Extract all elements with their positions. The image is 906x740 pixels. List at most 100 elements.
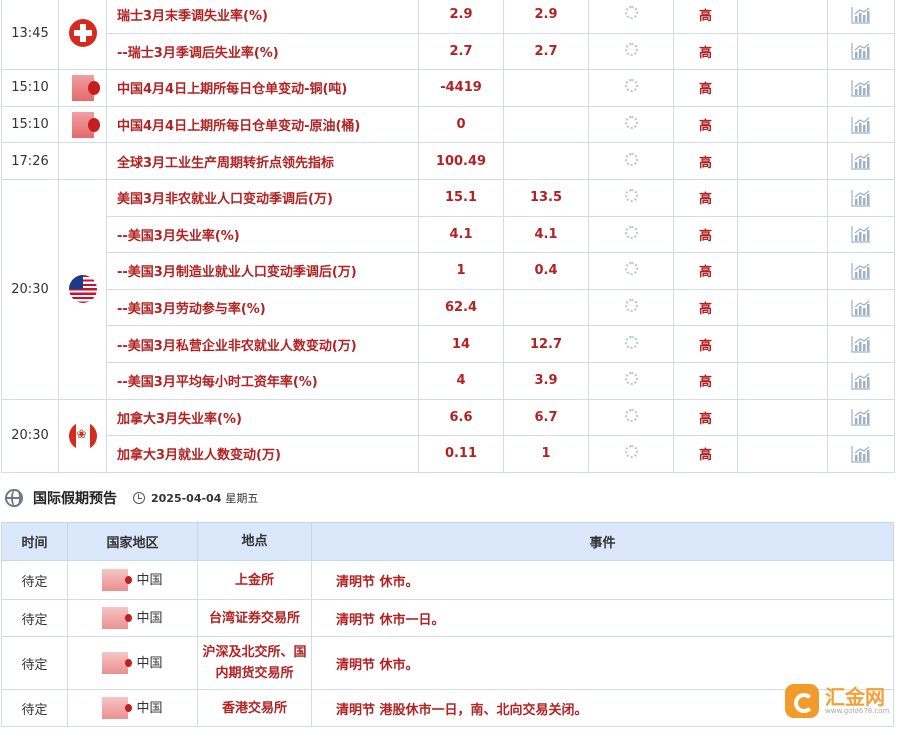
importance-level: 高: [673, 361, 738, 400]
loading-spinner-icon: [624, 42, 638, 56]
loading-spinner-icon: [624, 189, 638, 203]
holiday-event: 清明节 休市一日。: [311, 599, 894, 637]
loading-spinner-icon: [624, 116, 638, 130]
china-flag-icon: [102, 569, 133, 592]
loading-spinner-icon: [624, 335, 638, 349]
holiday-time: 待定: [1, 636, 68, 690]
importance-level: 高: [673, 435, 738, 473]
region-name: 中国: [136, 700, 163, 716]
blurred-flag-icon: [71, 111, 100, 138]
previous-value: 62.4: [418, 288, 504, 327]
bar-chart-icon[interactable]: [851, 152, 871, 170]
table-row: 13:45 瑞士3月末季调失业率(%) 2.9 2.9 高: [1, 0, 895, 71]
forecast-value: [503, 69, 589, 107]
china-flag-icon: [102, 652, 133, 675]
event-name[interactable]: 加拿大3月失业率(%): [106, 398, 419, 437]
holiday-event: 清明节 休市。: [311, 560, 894, 600]
event-time: 15:10: [1, 105, 59, 144]
loading-spinner-icon: [624, 225, 638, 239]
table-row: 20:30 美国3月非农就业人口变动季调后(万) 15.1 13.5 高: [1, 178, 895, 400]
event-name[interactable]: 美国3月非农就业人口变动季调后(万): [106, 178, 419, 217]
table-row: 17:26 全球3月工业生产周期转折点领先指标 100.49 高: [1, 142, 895, 180]
previous-value: 6.6: [418, 398, 504, 437]
event-time: 13:45: [1, 0, 59, 71]
event-name[interactable]: --美国3月失业率(%): [106, 215, 419, 254]
previous-value: 14: [418, 325, 504, 363]
holiday-date: 2025-04-04: [151, 491, 222, 505]
holiday-time: 待定: [1, 689, 68, 727]
table-row: 15:10 中国4月4日上期所每日仓单变动-铜(吨) -4419 高: [1, 69, 895, 107]
loading-spinner-icon: [624, 299, 638, 313]
importance-level: 高: [673, 32, 738, 71]
event-name[interactable]: --美国3月私营企业非农就业人数变动(万): [106, 325, 419, 363]
forecast-value: 6.7: [503, 398, 589, 437]
table-row: --美国3月制造业就业人口变动季调后(万) 1 0.4 高: [2, 252, 895, 290]
previous-value: -4419: [418, 69, 504, 107]
loading-spinner-icon: [624, 152, 638, 166]
table-row: 15:10 中国4月4日上期所每日仓单变动-原油(桶) 0 高: [1, 105, 895, 144]
forecast-value: 0.4: [503, 252, 589, 290]
bar-chart-icon[interactable]: [851, 335, 871, 353]
holiday-weekday: 星期五: [225, 492, 259, 505]
forecast-value: 4.1: [503, 215, 589, 254]
importance-level: 高: [673, 69, 738, 107]
importance-level: 高: [673, 215, 738, 254]
switzerland-flag-icon: [68, 19, 97, 48]
bar-chart-icon[interactable]: [851, 372, 871, 390]
holiday-table: 时间 国家地区 地点 事件 待定 中国 上金所 清明节 休市。 待定 中国 台湾…: [1, 522, 894, 727]
bar-chart-icon[interactable]: [851, 262, 871, 280]
event-name[interactable]: 中国4月4日上期所每日仓单变动-原油(桶): [106, 105, 419, 144]
bar-chart-icon[interactable]: [851, 225, 871, 243]
bar-chart-icon[interactable]: [851, 189, 871, 207]
china-flag-icon: [102, 607, 133, 630]
table-header-row: 时间 国家地区 地点 事件: [1, 522, 894, 561]
event-name[interactable]: 瑞士3月末季调失业率(%): [106, 0, 419, 34]
event-time: 15:10: [1, 69, 59, 107]
forecast-value: [503, 105, 589, 144]
us-flag-icon: [68, 275, 97, 304]
loading-spinner-icon: [624, 445, 638, 459]
previous-value: 100.49: [418, 142, 504, 180]
economic-calendar-table: 13:45 瑞士3月末季调失业率(%) 2.9 2.9 高 --瑞士3月季调后失…: [1, 0, 895, 473]
bar-chart-icon[interactable]: [851, 445, 871, 463]
event-name[interactable]: 加拿大3月就业人数变动(万): [106, 435, 419, 473]
previous-value: 2.9: [418, 0, 504, 34]
bar-chart-icon[interactable]: [851, 6, 871, 24]
bar-chart-icon[interactable]: [851, 79, 871, 97]
loading-spinner-icon: [624, 372, 638, 386]
column-header-region: 国家地区: [67, 522, 198, 561]
previous-value: 4.1: [418, 215, 504, 254]
event-name[interactable]: --美国3月劳动参与率(%): [106, 288, 419, 327]
table-row: --美国3月劳动参与率(%) 62.4 高: [2, 288, 895, 327]
section-title: 国际假期预告: [33, 491, 117, 507]
holiday-place: 台湾证券交易所: [197, 599, 312, 637]
holiday-place: 沪深及北交所、国内期货交易所: [197, 636, 312, 690]
table-row: 待定 中国 上金所 清明节 休市。: [1, 560, 894, 600]
region-name: 中国: [136, 572, 163, 588]
importance-level: 高: [673, 0, 738, 34]
forecast-value: 1: [503, 435, 589, 473]
importance-level: 高: [673, 142, 738, 180]
forecast-value: 13.5: [503, 178, 589, 217]
holiday-section-header: 国际假期预告 2025-04-04 星期五: [5, 488, 258, 508]
event-name[interactable]: --美国3月制造业就业人口变动季调后(万): [106, 252, 419, 290]
table-row: 20:30 加拿大3月失业率(%) 6.6 6.7 高: [1, 398, 895, 473]
table-row: --美国3月私营企业非农就业人数变动(万) 14 12.7 高: [2, 325, 895, 363]
event-name[interactable]: --美国3月平均每小时工资年率(%): [106, 361, 419, 400]
bar-chart-icon[interactable]: [851, 116, 871, 134]
forecast-value: 3.9: [503, 361, 589, 400]
event-name[interactable]: --瑞士3月季调后失业率(%): [106, 32, 419, 71]
importance-level: 高: [673, 288, 738, 327]
previous-value: 2.7: [418, 32, 504, 71]
bar-chart-icon[interactable]: [851, 42, 871, 60]
holiday-event: 清明节 休市。: [311, 636, 894, 690]
china-flag-icon: [102, 697, 133, 720]
bar-chart-icon[interactable]: [851, 299, 871, 317]
loading-spinner-icon: [624, 79, 638, 93]
event-name[interactable]: 全球3月工业生产周期转折点领先指标: [106, 142, 419, 180]
table-row: --美国3月失业率(%) 4.1 4.1 高: [2, 215, 895, 254]
watermark-url: www.gold678.com: [825, 706, 890, 715]
event-name[interactable]: 中国4月4日上期所每日仓单变动-铜(吨): [106, 69, 419, 107]
bar-chart-icon[interactable]: [851, 408, 871, 426]
column-header-time: 时间: [1, 522, 68, 561]
